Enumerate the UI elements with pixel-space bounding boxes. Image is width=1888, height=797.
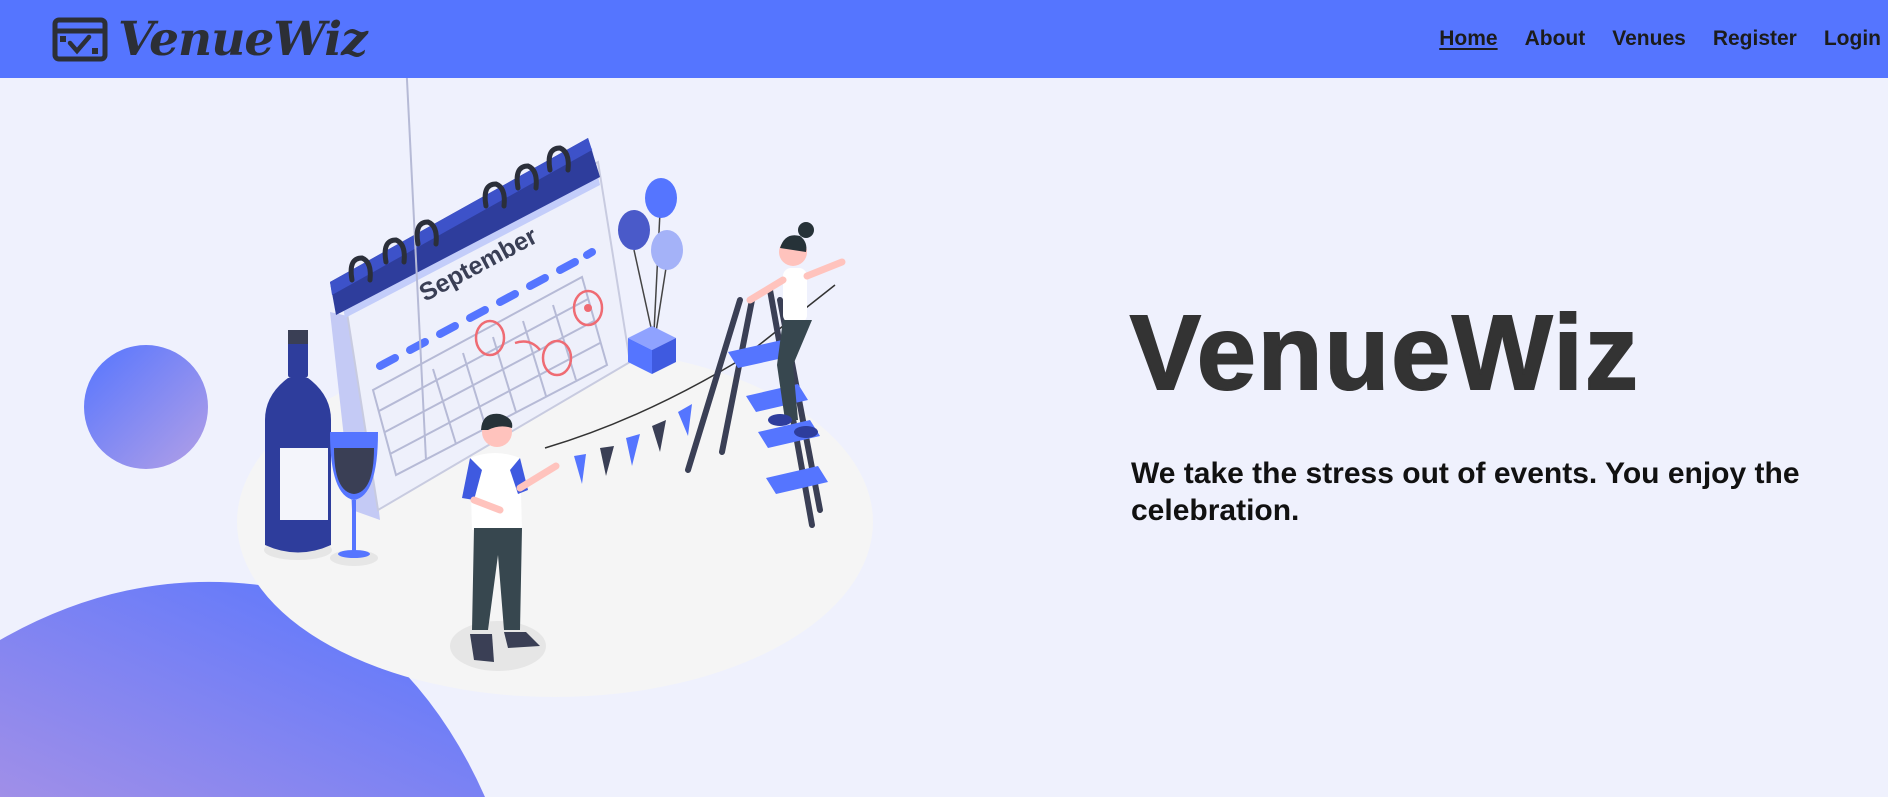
brand-logo[interactable]: VenueWiz xyxy=(52,11,368,67)
nav-venues-link[interactable]: Venues xyxy=(1612,27,1686,51)
nav-login-link[interactable]: Login xyxy=(1824,27,1881,51)
hero-title: VenueWiz xyxy=(1129,294,1640,412)
nav-home-link[interactable]: Home xyxy=(1439,27,1497,51)
nav-menu: Home About Venues Register Login xyxy=(1412,27,1888,51)
event-planning-illustration: September xyxy=(0,78,873,797)
brand-name: VenueWiz xyxy=(118,11,368,67)
nav-register-link[interactable]: Register xyxy=(1713,27,1797,51)
calendar-check-icon xyxy=(52,17,108,62)
hero-tagline: We take the stress out of events. You en… xyxy=(1131,457,1800,527)
wine-bottle xyxy=(264,330,332,560)
navbar: VenueWiz Home About Venues Register Logi… xyxy=(0,0,1888,78)
decorative-circle xyxy=(84,345,208,469)
nav-about-link[interactable]: About xyxy=(1525,27,1586,51)
balloons xyxy=(618,178,683,333)
